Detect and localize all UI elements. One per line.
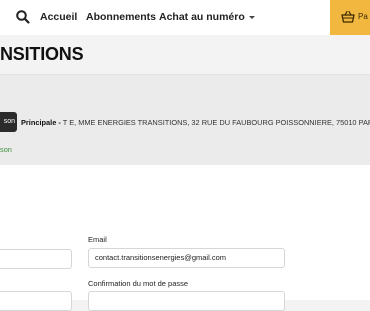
left-text-field[interactable] — [0, 249, 72, 269]
confirm-password-label: Confirmation du mot de passe — [88, 279, 189, 288]
top-navigation-bar: Accueil Abonnements Achat au numéro Pa — [0, 0, 370, 35]
address-link[interactable]: son — [0, 145, 12, 154]
nav-dropdown-buy-issue[interactable]: Achat au numéro — [159, 11, 255, 23]
basket-icon — [341, 10, 355, 24]
email-label: Email — [88, 235, 107, 244]
nav-link-home[interactable]: Accueil — [40, 11, 77, 23]
page-title: NSITIONS — [0, 44, 84, 64]
nav-dropdown-label: Achat au numéro — [159, 11, 245, 23]
nav-link-subscriptions[interactable]: Abonnements — [86, 11, 156, 23]
basket-button[interactable]: Pa — [330, 0, 370, 35]
email-field[interactable]: contact.transitionsenergies@gmail.com — [88, 248, 285, 268]
address-line: Principale - T E, MME ENERGIES TRANSITIO… — [21, 118, 370, 127]
left-password-field[interactable] — [0, 291, 72, 311]
basket-label: Pa — [358, 12, 368, 21]
address-label: Principale - — [21, 118, 61, 127]
status-badge: son — [0, 112, 17, 132]
search-icon[interactable] — [15, 9, 31, 25]
confirm-password-field[interactable] — [88, 291, 285, 311]
address-text: T E, MME ENERGIES TRANSITIONS, 32 RUE DU… — [62, 118, 370, 127]
account-form: Email contact.transitionsenergies@gmail.… — [0, 165, 370, 311]
chevron-down-icon — [248, 15, 255, 19]
